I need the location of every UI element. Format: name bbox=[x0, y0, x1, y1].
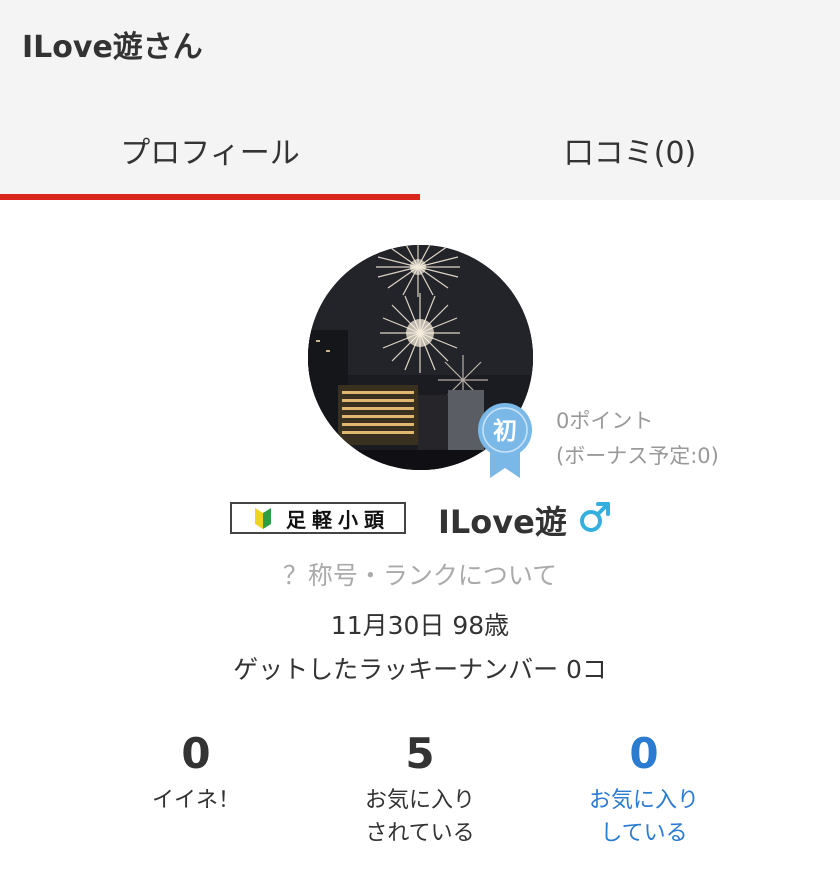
favorited-label: お気に入り されている bbox=[300, 784, 540, 850]
tab-reviews[interactable]: 口コミ(0) bbox=[420, 100, 840, 200]
favoriting-stat[interactable]: 0 お気に入り している bbox=[524, 728, 764, 850]
page-title: ILove遊さん bbox=[22, 30, 203, 65]
points-info: 0ポイント (ボーナス予定:0) bbox=[556, 404, 719, 474]
badge-label: 初 bbox=[493, 417, 517, 445]
rank-help-link[interactable]: ？称号・ランクについて bbox=[0, 556, 840, 592]
points-value: 0ポイント bbox=[556, 409, 654, 433]
tab-profile[interactable]: プロフィール bbox=[0, 100, 420, 200]
favorited-label-line1: お気に入り bbox=[364, 788, 475, 813]
birthday-age: 11月30日 98歳 bbox=[330, 611, 510, 640]
likes-count: 0 bbox=[181, 729, 211, 778]
favoriting-label[interactable]: お気に入り している bbox=[524, 784, 764, 850]
bonus-points: (ボーナス予定:0) bbox=[556, 444, 719, 468]
rank-badge: 足軽小頭 bbox=[230, 502, 406, 534]
favorited-stat: 5 お気に入り されている bbox=[300, 728, 540, 850]
favoriting-label-line2[interactable]: している bbox=[524, 817, 764, 850]
app-header: ILove遊さん プロフィール 口コミ(0) bbox=[0, 0, 840, 200]
tab-bar: プロフィール 口コミ(0) bbox=[0, 100, 840, 200]
favorited-count: 5 bbox=[405, 729, 435, 778]
beginner-mark-icon bbox=[255, 508, 271, 529]
favoriting-count[interactable]: 0 bbox=[524, 728, 764, 780]
active-tab-indicator bbox=[0, 194, 420, 200]
first-time-badge: 初 bbox=[478, 403, 532, 478]
rank-title: 足軽小頭 bbox=[286, 507, 390, 532]
favorited-label-line2: されている bbox=[365, 821, 475, 846]
likes-stat: 0 イイネ！ bbox=[76, 728, 316, 817]
male-symbol-icon bbox=[580, 502, 610, 532]
likes-label: イイネ！ bbox=[151, 788, 240, 813]
user-name: ILove遊 bbox=[438, 503, 567, 541]
lucky-number-count: ゲットしたラッキーナンバー 0コ bbox=[233, 655, 607, 684]
favoriting-label-line1[interactable]: お気に入り bbox=[524, 784, 764, 817]
